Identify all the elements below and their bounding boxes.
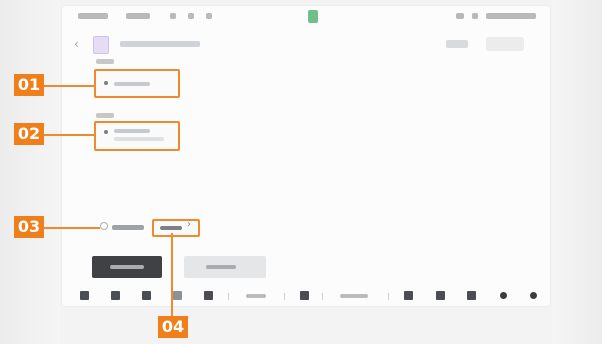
callout-leader-02 bbox=[44, 134, 96, 136]
status-bar-icons bbox=[188, 13, 194, 19]
taskbar-icons[interactable] bbox=[173, 291, 182, 300]
secondary-button-label bbox=[206, 265, 236, 269]
detail-link-label bbox=[160, 226, 182, 230]
status-bar-icons bbox=[486, 13, 536, 19]
chevron-right-icon: › bbox=[187, 219, 191, 230]
callout-badge-01: 01 bbox=[14, 74, 44, 96]
status-bar-icons bbox=[472, 13, 478, 19]
option-radio[interactable] bbox=[100, 222, 108, 230]
app-logo-icon bbox=[308, 10, 318, 23]
primary-button-label bbox=[110, 265, 144, 269]
taskbar-icons[interactable] bbox=[111, 291, 120, 300]
taskbar-divider bbox=[284, 293, 285, 300]
taskbar-icons[interactable] bbox=[142, 291, 151, 300]
setting-item-sublabel bbox=[114, 137, 164, 141]
nav-action-button[interactable] bbox=[446, 40, 468, 48]
bullet-icon bbox=[104, 130, 108, 134]
detail-link[interactable]: › bbox=[152, 219, 200, 237]
back-icon[interactable]: ‹ bbox=[74, 37, 79, 51]
primary-button[interactable] bbox=[92, 256, 162, 278]
section-label bbox=[96, 59, 114, 64]
callout-leader-04 bbox=[171, 233, 173, 317]
taskbar-divider bbox=[228, 293, 229, 300]
page-title bbox=[120, 41, 200, 47]
taskbar-icons[interactable] bbox=[436, 291, 445, 300]
taskbar-divider bbox=[388, 293, 389, 300]
status-bar-icons bbox=[78, 13, 108, 19]
setting-item-2[interactable] bbox=[94, 121, 180, 151]
taskbar-icons[interactable] bbox=[340, 294, 368, 298]
section-label bbox=[96, 113, 114, 118]
taskbar-icons[interactable] bbox=[246, 294, 266, 298]
status-bar-icons bbox=[170, 13, 176, 19]
taskbar-divider bbox=[322, 293, 323, 300]
taskbar-icons[interactable] bbox=[530, 292, 537, 299]
status-bar-icons bbox=[206, 13, 212, 19]
bullet-icon bbox=[104, 81, 108, 85]
callout-leader-03 bbox=[44, 227, 100, 229]
option-label bbox=[112, 225, 144, 230]
setting-item-label bbox=[114, 82, 150, 86]
setting-item-label bbox=[114, 129, 150, 133]
taskbar-icons[interactable] bbox=[300, 291, 309, 300]
callout-badge-02: 02 bbox=[14, 123, 44, 145]
photo-background-left bbox=[0, 0, 60, 344]
taskbar-icons[interactable] bbox=[467, 291, 476, 300]
taskbar-icons[interactable] bbox=[404, 291, 413, 300]
taskbar-icons[interactable] bbox=[80, 291, 89, 300]
navigation-bar: ‹ bbox=[62, 34, 550, 60]
taskbar-icons[interactable] bbox=[204, 291, 213, 300]
setting-item-1[interactable] bbox=[94, 69, 180, 98]
callout-leader-01 bbox=[44, 85, 96, 87]
callout-badge-04: 04 bbox=[158, 316, 188, 338]
nav-primary-button[interactable] bbox=[486, 37, 524, 51]
callout-badge-03: 03 bbox=[14, 216, 44, 238]
app-icon bbox=[93, 36, 109, 54]
photo-background-right bbox=[552, 0, 602, 344]
status-bar-icons bbox=[126, 13, 150, 19]
secondary-button[interactable] bbox=[184, 256, 266, 278]
status-bar-icons bbox=[456, 13, 464, 19]
taskbar-icons[interactable] bbox=[500, 292, 507, 299]
status-bar bbox=[62, 6, 550, 28]
